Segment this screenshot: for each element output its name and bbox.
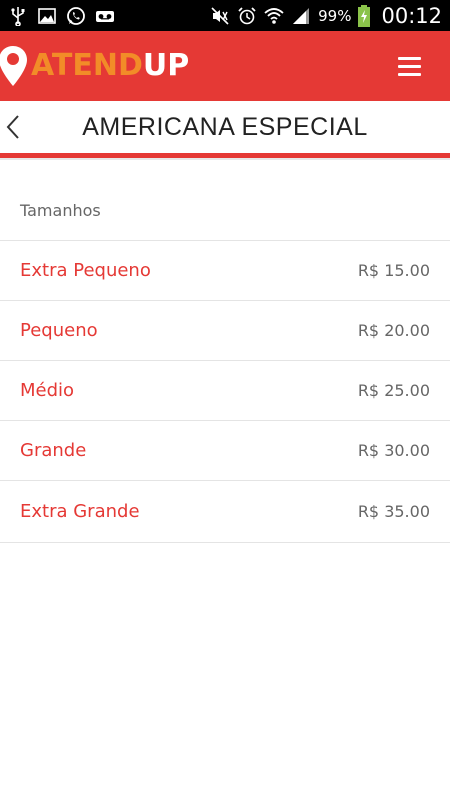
size-name: Pequeno [20,320,98,341]
menu-bar-line [398,72,421,76]
signal-icon [293,7,310,24]
voicemail-icon [96,10,114,22]
atendup-logo[interactable]: ATENDUP [0,31,189,101]
page-title: AMERICANA ESPECIAL [82,112,368,141]
battery-charging-icon [358,4,371,27]
size-price: R$ 25.00 [357,381,430,400]
size-option-grande[interactable]: Grande R$ 30.00 [0,421,450,481]
clock: 00:12 [381,3,442,28]
size-price: R$ 35.00 [357,502,430,521]
size-price: R$ 15.00 [357,261,430,280]
divider [0,158,450,160]
app-bar: ATENDUP [0,31,450,101]
whatsapp-icon [67,6,85,25]
mute-icon [211,6,229,25]
status-left-icons [8,6,115,26]
size-option-extra-pequeno[interactable]: Extra Pequeno R$ 15.00 [0,241,450,301]
alarm-icon [238,6,256,24]
size-price: R$ 30.00 [357,441,430,460]
title-bar: AMERICANA ESPECIAL [0,101,450,153]
size-option-medio[interactable]: Médio R$ 25.00 [0,361,450,421]
logo-text-up: UP [142,48,190,83]
menu-bar-line [398,64,421,68]
image-icon [38,7,56,24]
wifi-icon [264,7,284,24]
battery-percentage: 99% [318,6,352,25]
size-option-pequeno[interactable]: Pequeno R$ 20.00 [0,301,450,361]
size-price: R$ 20.00 [357,321,430,340]
logo-text-atend: ATEND [31,48,143,83]
status-bar: 99% 00:12 [0,0,450,31]
status-right-icons: 99% 00:12 [210,4,442,28]
usb-icon [11,6,25,26]
menu-bar-line [398,56,421,60]
chevron-left-icon[interactable] [4,113,24,141]
size-name: Médio [20,380,75,401]
location-pin-icon [0,46,27,86]
hamburger-menu-icon[interactable] [398,51,428,81]
logo-text: ATENDUP [31,51,189,81]
size-name: Extra Pequeno [20,260,151,281]
size-option-extra-grande[interactable]: Extra Grande R$ 35.00 [0,481,450,543]
section-label-sizes: Tamanhos [20,201,101,220]
size-name: Grande [20,440,87,461]
size-list: Extra Pequeno R$ 15.00 Pequeno R$ 20.00 … [0,240,450,543]
size-name: Extra Grande [20,501,140,522]
